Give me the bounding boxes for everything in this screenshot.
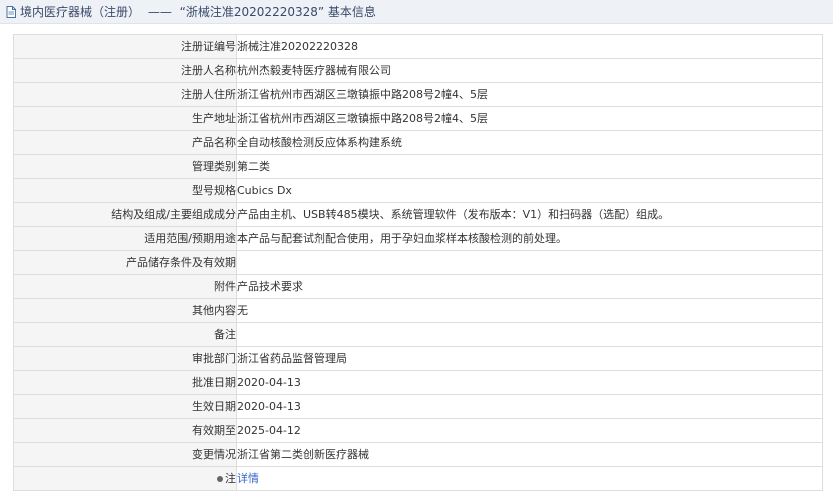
table-row: 审批部门 浙江省药品监督管理局 [13, 346, 823, 371]
table-row: 附件 产品技术要求 [13, 274, 823, 299]
table-row: 注册人名称 杭州杰毅麦特医疗器械有限公司 [13, 58, 823, 83]
row-value: 浙江省药品监督管理局 [236, 346, 823, 371]
table-row: 备注 [13, 322, 823, 347]
table-row: 结构及组成/主要组成成分 产品由主机、USB转485模块、系统管理软件（发布版本：… [13, 202, 823, 227]
row-value: 第二类 [236, 154, 823, 179]
row-label: 生产地址 [13, 106, 237, 131]
row-label: 结构及组成/主要组成成分 [13, 202, 237, 227]
row-label: 审批部门 [13, 346, 237, 371]
row-value: 产品由主机、USB转485模块、系统管理软件（发布版本：V1）和扫码器（选配）组… [236, 202, 823, 227]
row-value: 全自动核酸检测反应体系构建系统 [236, 130, 823, 155]
table-row: 有效期至 2025-04-12 [13, 418, 823, 443]
note-label: 注 [225, 472, 236, 485]
table-row: 适用范围/预期用途 本产品与配套试剂配合使用，用于孕妇血浆样本核酸检测的前处理。 [13, 226, 823, 251]
page-title: 境内医疗器械（注册） —— “浙械注准20202220328” 基本信息 [20, 3, 376, 20]
row-value: 产品技术要求 [236, 274, 823, 299]
row-label: 注册人名称 [13, 58, 237, 83]
table-row: 产品名称 全自动核酸检测反应体系构建系统 [13, 130, 823, 155]
dot-icon [217, 476, 223, 482]
row-label: 生效日期 [13, 394, 237, 419]
row-value: 浙江省杭州市西湖区三墩镇振中路208号2幢4、5层 [236, 82, 823, 107]
row-label: 管理类别 [13, 154, 237, 179]
table-row: 生产地址 浙江省杭州市西湖区三墩镇振中路208号2幢4、5层 [13, 106, 823, 131]
table-row-note: 注 详情 [13, 466, 823, 491]
row-label: 批准日期 [13, 370, 237, 395]
row-label: 产品储存条件及有效期 [13, 250, 237, 275]
row-label: 注 [13, 466, 237, 491]
row-value: 2020-04-13 [236, 370, 823, 395]
row-label: 有效期至 [13, 418, 237, 443]
row-value: 2025-04-12 [236, 418, 823, 443]
table-row: 管理类别 第二类 [13, 154, 823, 179]
row-value: 无 [236, 298, 823, 323]
registration-info-table: 注册证编号 浙械注准20202220328 注册人名称 杭州杰毅麦特医疗器械有限公司注… [13, 34, 823, 491]
row-label: 适用范围/预期用途 [13, 226, 237, 251]
page-header: 境内医疗器械（注册） —— “浙械注准20202220328” 基本信息 [0, 0, 833, 24]
row-label: 附件 [13, 274, 237, 299]
row-value: 浙械注准20202220328 [236, 34, 823, 59]
row-value: 详情 [236, 466, 823, 491]
row-label: 注册人住所 [13, 82, 237, 107]
row-label: 变更情况 [13, 442, 237, 467]
row-label: 其他内容 [13, 298, 237, 323]
row-value [236, 250, 823, 275]
table-row: 注册人住所 浙江省杭州市西湖区三墩镇振中路208号2幢4、5层 [13, 82, 823, 107]
row-label: 注册证编号 [13, 34, 237, 59]
table-row: 注册证编号 浙械注准20202220328 [13, 34, 823, 59]
table-row: 型号规格 Cubics Dx [13, 178, 823, 203]
row-value: Cubics Dx [236, 178, 823, 203]
table-row: 批准日期 2020-04-13 [13, 370, 823, 395]
document-icon [6, 5, 16, 18]
row-value: 浙江省第二类创新医疗器械 [236, 442, 823, 467]
table-row: 其他内容无 [13, 298, 823, 323]
table-row: 变更情况 浙江省第二类创新医疗器械 [13, 442, 823, 467]
row-label: 型号规格 [13, 178, 237, 203]
row-value [236, 322, 823, 347]
table-row: 产品储存条件及有效期 [13, 250, 823, 275]
row-value: 2020-04-13 [236, 394, 823, 419]
row-label: 产品名称 [13, 130, 237, 155]
table-row: 生效日期 2020-04-13 [13, 394, 823, 419]
row-value: 杭州杰毅麦特医疗器械有限公司 [236, 58, 823, 83]
row-value: 本产品与配套试剂配合使用，用于孕妇血浆样本核酸检测的前处理。 [236, 226, 823, 251]
title-category: 境内医疗器械（注册） [20, 5, 141, 19]
row-value: 浙江省杭州市西湖区三墩镇振中路208号2幢4、5层 [236, 106, 823, 131]
title-registration: “浙械注准20202220328” 基本信息 [179, 5, 376, 19]
title-separator: —— [147, 5, 172, 19]
details-link[interactable]: 详情 [238, 472, 260, 485]
row-label: 备注 [13, 322, 237, 347]
